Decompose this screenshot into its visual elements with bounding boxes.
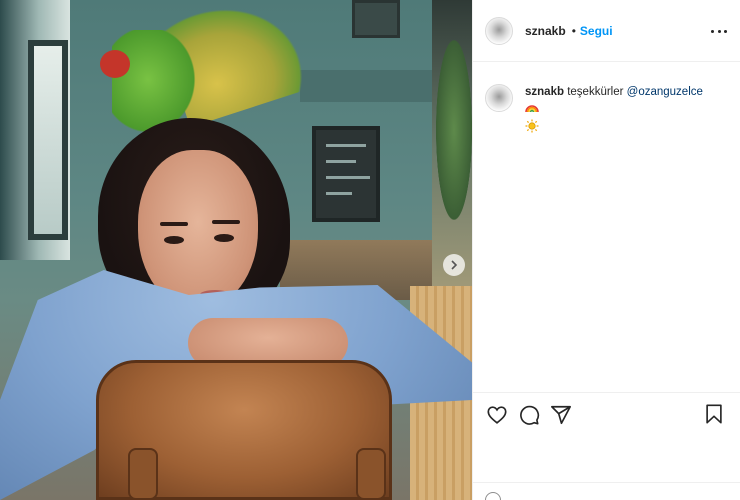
chair-leg-right [356, 448, 386, 500]
right-brow [212, 220, 240, 224]
post-sidebar: sznakb • Segui sznakb teşekkürler @ozang… [472, 0, 740, 500]
chair-leg-left [128, 448, 158, 500]
plant [436, 40, 472, 220]
post-actions [473, 392, 740, 436]
share-icon [551, 405, 571, 424]
bookmark-icon [706, 404, 722, 424]
comment-button[interactable] [517, 403, 541, 427]
follow-button[interactable]: Segui [580, 24, 613, 38]
share-button[interactable] [549, 403, 573, 427]
divider [473, 482, 740, 483]
caption: sznakb teşekkürler @ozanguzelce [485, 84, 725, 139]
caption-body: teşekkürler [567, 86, 624, 98]
chevron-right-icon [451, 260, 458, 270]
left-eye [164, 236, 184, 244]
mention-link[interactable]: @ozanguzelce [627, 86, 703, 98]
next-image-button[interactable] [443, 254, 465, 276]
rainbow-emoji-icon [525, 101, 539, 119]
instagram-post: sznakb • Segui sznakb teşekkürler @ozang… [0, 0, 740, 500]
comment-icon [520, 405, 540, 425]
chalkboard [312, 126, 380, 222]
right-eye [214, 234, 234, 242]
caption-text: sznakb teşekkürler @ozanguzelce [525, 84, 717, 139]
post-header: sznakb • Segui [473, 0, 740, 62]
username-link[interactable]: sznakb [525, 24, 566, 38]
separator-dot: • [571, 23, 576, 38]
post-photo[interactable] [0, 0, 472, 500]
like-button[interactable] [485, 403, 509, 427]
sun-emoji-icon [525, 119, 539, 139]
heart-icon [487, 405, 507, 424]
wall-picture [352, 0, 400, 38]
wall-shelf [300, 70, 450, 102]
save-button[interactable] [703, 403, 727, 427]
add-comment-emoji-icon[interactable] [485, 492, 501, 500]
caption-username[interactable]: sznakb [525, 86, 564, 98]
parrot-mural-head [100, 50, 130, 78]
left-brow [160, 222, 188, 226]
avatar[interactable] [485, 16, 513, 45]
caption-avatar[interactable] [485, 84, 513, 112]
more-options-icon[interactable] [711, 24, 727, 38]
window-frame [28, 40, 68, 240]
